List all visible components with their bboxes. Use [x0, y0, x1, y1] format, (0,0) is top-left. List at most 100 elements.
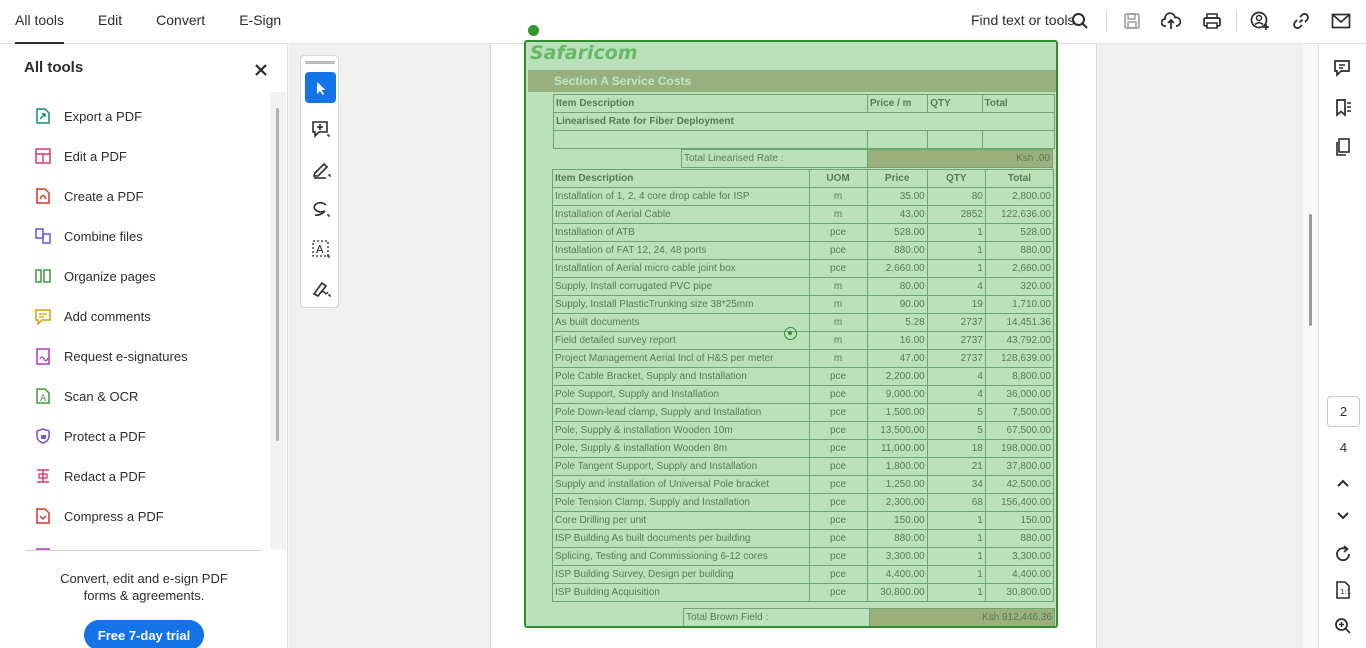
- table-cell: 3,300.00: [866, 547, 928, 566]
- previous-page-icon[interactable]: [1333, 473, 1353, 493]
- table-cell: 80: [926, 187, 986, 206]
- tool-item[interactable]: Export a PDF: [34, 104, 142, 128]
- all-tools-panel: All tools Export a PDF Edit a PDF Create a…: [0, 44, 288, 648]
- total-brown-field-row: Total Brown Field : Ksh 912,446.36: [683, 608, 1056, 626]
- tool-item[interactable]: Protect a PDF: [34, 424, 146, 448]
- table-cell: 1: [926, 259, 986, 278]
- find-text-or-tools-label[interactable]: Find text or tools: [971, 12, 1075, 28]
- table-cell: 880.00: [984, 241, 1055, 260]
- print-icon[interactable]: [1201, 10, 1223, 32]
- tool-item-label: Protect a PDF: [64, 428, 146, 444]
- table-cell: Supply, Install corrugated PVC pipe: [552, 277, 810, 296]
- table-cell: As built documents: [552, 313, 810, 332]
- table-row: Pole, Supply & installation Wooden 10m pc…: [552, 421, 1055, 440]
- link-icon[interactable]: [1290, 10, 1312, 32]
- text-select-icon[interactable]: A: [305, 233, 336, 264]
- tool-item[interactable]: Edit a PDF: [34, 144, 127, 168]
- table-cell: 4,400.00: [984, 565, 1055, 584]
- table-cell: Installation of Aerial micro cable joint…: [552, 259, 810, 278]
- table-row: Field detailed survey report m 16.00 2737 43…: [552, 331, 1055, 350]
- page-scroll-thumb[interactable]: [1309, 214, 1312, 326]
- fit-page-icon[interactable]: 1:1: [1333, 580, 1353, 600]
- pages-thumbnails-icon[interactable]: [1333, 137, 1353, 157]
- add-comments-icon: [34, 307, 52, 326]
- table-cell: m: [808, 295, 868, 314]
- next-page-icon[interactable]: [1333, 506, 1353, 526]
- bookmarks-icon[interactable]: [1333, 98, 1353, 118]
- panel-divider: [25, 550, 262, 551]
- table-cell: 150.00: [866, 511, 928, 530]
- export-pdf-icon: [34, 107, 52, 125]
- table-cell: 8,800.00: [984, 367, 1055, 386]
- promo-line: forms & agreements.: [83, 588, 205, 603]
- current-page-input[interactable]: 2: [1327, 396, 1360, 427]
- table-cell: 1: [926, 565, 986, 584]
- email-icon[interactable]: [1330, 10, 1352, 32]
- table-row: [553, 130, 1056, 149]
- zoom-in-icon[interactable]: [1333, 616, 1353, 636]
- tool-item[interactable]: Organize pages: [34, 264, 156, 288]
- table-cell: pce: [808, 421, 868, 440]
- tool-item[interactable]: Create a PDF: [34, 184, 143, 208]
- table-cell: m: [808, 313, 868, 332]
- save-icon[interactable]: [1121, 10, 1143, 32]
- tool-list: Export a PDF Edit a PDF Create a PDF Combin…: [0, 96, 270, 551]
- table-cell: 7,500.00: [984, 403, 1055, 422]
- table-cell: 150.00: [984, 511, 1055, 530]
- table-cell: 528.00: [866, 223, 928, 242]
- tool-item[interactable]: A Scan & OCR: [34, 384, 138, 408]
- add-comment-icon[interactable]: [305, 113, 336, 144]
- table-cell: 2,660.00: [984, 259, 1055, 278]
- table-cell: Pole, Supply & installation Wooden 10m: [552, 421, 810, 440]
- tool-item[interactable]: Request e-signatures: [34, 344, 188, 368]
- tab-esign[interactable]: E-Sign: [239, 0, 281, 44]
- table-header-row: Item Description UOM Price QTY Total: [552, 169, 1055, 188]
- table-cell: ISP Building Survey, Design per building: [552, 565, 810, 584]
- table-cell: Pole Tension Clamp, Supply and Installat…: [552, 493, 810, 512]
- combine-files-icon: [34, 227, 52, 245]
- table-cell: 43,792.00: [984, 331, 1055, 350]
- table-cell: 5: [926, 421, 986, 440]
- tool-item-label: Redact a PDF: [64, 468, 146, 484]
- drag-handle[interactable]: [305, 61, 335, 64]
- table-cell: 2,660.00: [866, 259, 928, 278]
- selection-handle[interactable]: [526, 23, 541, 38]
- select-cursor-icon[interactable]: [305, 72, 336, 103]
- table-cell: pce: [808, 223, 868, 242]
- total-brown-field-label: Total Brown Field :: [683, 608, 870, 626]
- tab-all-tools[interactable]: All tools: [15, 0, 65, 44]
- highlight-pen-icon[interactable]: [305, 153, 336, 184]
- table-cell: 1: [926, 529, 986, 548]
- table-cell: Installation of ATB: [552, 223, 810, 242]
- move-target-icon[interactable]: [784, 327, 797, 340]
- table-row: Core Drilling per unit pce 150.00 1 150.00: [552, 511, 1055, 530]
- table-cell: 11,000.00: [866, 439, 928, 458]
- sign-icon[interactable]: [305, 273, 336, 304]
- free-trial-button[interactable]: Free 7-day trial: [84, 620, 204, 648]
- search-icon[interactable]: [1069, 10, 1091, 32]
- tool-item[interactable]: Combine files: [34, 224, 143, 248]
- tab-convert[interactable]: Convert: [156, 0, 205, 44]
- total-brown-field-value: Ksh 912,446.36: [868, 608, 1056, 626]
- tool-item[interactable]: Add comments: [34, 304, 151, 328]
- protect-pdf-icon: [34, 427, 52, 445]
- tool-item[interactable]: Redact a PDF: [34, 464, 146, 488]
- table-row: Pole Tangent Support, Supply and Install…: [552, 457, 1055, 476]
- close-icon[interactable]: [253, 62, 269, 78]
- tab-edit[interactable]: Edit: [98, 0, 122, 44]
- table-cell: pce: [808, 565, 868, 584]
- upload-cloud-icon[interactable]: [1160, 10, 1182, 32]
- table-cell: 34: [926, 475, 986, 494]
- table-cell: 1: [926, 223, 986, 242]
- share-user-icon[interactable]: [1249, 10, 1271, 32]
- rotate-icon[interactable]: [1333, 544, 1353, 564]
- page-scrollbar[interactable]: [1304, 44, 1318, 648]
- comments-icon[interactable]: [1333, 58, 1353, 78]
- tool-item[interactable]: Compress a PDF: [34, 504, 164, 528]
- table-cell: pce: [808, 403, 868, 422]
- header-cell: QTY: [926, 169, 986, 188]
- table-cell: 1,710.00: [984, 295, 1055, 314]
- table-cell: 16.00: [866, 331, 928, 350]
- tool-list-scroll-thumb[interactable]: [276, 108, 279, 441]
- draw-freehand-icon[interactable]: [305, 193, 336, 224]
